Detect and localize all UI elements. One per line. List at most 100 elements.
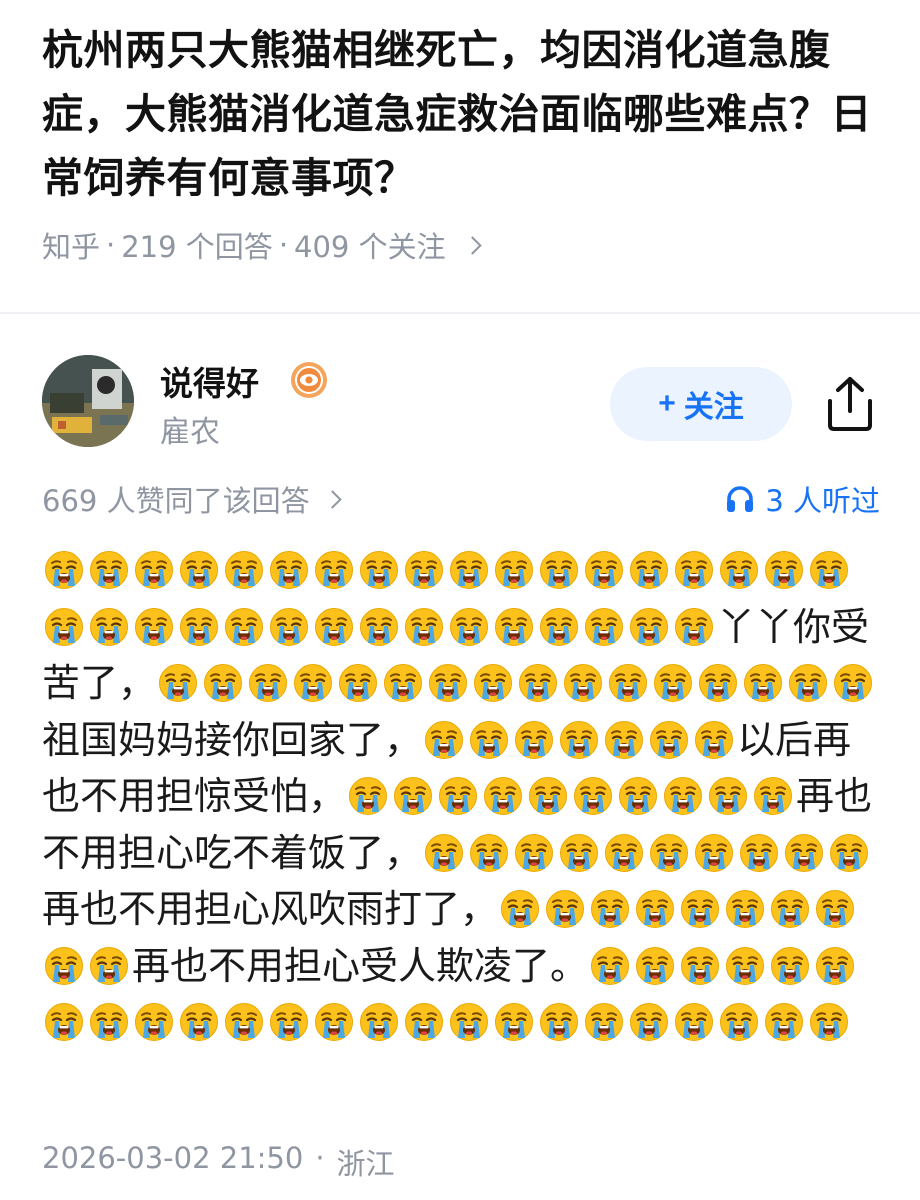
loudly-crying-face-icon <box>771 946 810 985</box>
loudly-crying-face-icon <box>695 720 734 759</box>
loudly-crying-face-icon <box>180 1003 218 1041</box>
loudly-crying-face-icon <box>765 551 803 589</box>
loudly-crying-face-icon <box>789 664 828 702</box>
loudly-crying-face-icon <box>785 833 824 872</box>
loudly-crying-face-icon <box>159 664 198 702</box>
loudly-crying-face-icon <box>470 720 509 759</box>
loudly-crying-face-icon <box>630 607 668 646</box>
loudly-crying-face-icon <box>45 946 83 985</box>
loudly-crying-face-icon <box>720 551 758 589</box>
loudly-crying-face-icon <box>816 946 855 985</box>
loudly-crying-face-icon <box>384 664 423 702</box>
loudly-crying-face-icon <box>816 890 855 928</box>
loudly-crying-face-icon <box>135 607 173 646</box>
loudly-crying-face-icon <box>650 833 689 872</box>
loudly-crying-face-icon <box>664 777 703 815</box>
loudly-crying-face-icon <box>270 607 308 646</box>
loudly-crying-face-icon <box>681 890 720 928</box>
loudly-crying-face-icon <box>429 664 468 702</box>
loudly-crying-face-icon <box>654 664 693 702</box>
loudly-crying-face-icon <box>740 833 779 872</box>
loudly-crying-face-icon <box>405 607 443 646</box>
loudly-crying-face-icon <box>450 1003 488 1041</box>
loudly-crying-face-icon <box>270 1003 308 1041</box>
loudly-crying-face-icon <box>675 607 713 646</box>
loudly-crying-face-icon <box>225 1003 263 1041</box>
loudly-crying-face-icon <box>90 551 128 589</box>
loudly-crying-face-icon <box>135 551 173 589</box>
answer-text-segment: 祖国妈妈接你回家了， <box>42 717 423 762</box>
loudly-crying-face-icon <box>519 664 558 702</box>
loudly-crying-face-icon <box>225 551 263 589</box>
loudly-crying-face-icon <box>636 890 675 928</box>
answer-footer: 2026-03-02 21:50 · 浙江 <box>42 1141 395 1183</box>
loudly-crying-face-icon <box>574 777 613 815</box>
loudly-crying-face-icon <box>315 551 353 589</box>
loudly-crying-face-icon <box>360 551 398 589</box>
loudly-crying-face-icon <box>585 551 623 589</box>
likes-link[interactable]: 669 人赞同了该回答 <box>42 478 342 520</box>
follow-button[interactable]: + 关注 <box>610 367 792 441</box>
loudly-crying-face-icon <box>450 551 488 589</box>
chevron-right-icon <box>322 489 342 509</box>
share-icon[interactable] <box>822 373 878 433</box>
loudly-crying-face-icon <box>726 890 765 928</box>
avatar[interactable] <box>42 355 134 447</box>
eye-badge-icon <box>291 362 327 398</box>
answer-count: 219 个回答 <box>121 230 273 264</box>
section-divider <box>0 312 920 314</box>
answer-stats: 669 人赞同了该回答 3 人听过 <box>42 478 880 522</box>
loudly-crying-face-icon <box>560 833 599 872</box>
loudly-crying-face-icon <box>339 664 378 702</box>
loudly-crying-face-icon <box>726 946 765 985</box>
loudly-crying-face-icon <box>470 833 509 872</box>
loudly-crying-face-icon <box>681 946 720 985</box>
loudly-crying-face-icon <box>605 720 644 759</box>
author-subtitle: 雇农 <box>160 415 220 450</box>
loudly-crying-face-icon <box>204 664 243 702</box>
loudly-crying-face-icon <box>540 551 578 589</box>
loudly-crying-face-icon <box>765 1003 803 1041</box>
loudly-crying-face-icon <box>45 607 83 646</box>
loudly-crying-face-icon <box>90 1003 128 1041</box>
loudly-crying-face-icon <box>45 1003 83 1041</box>
loudly-crying-face-icon <box>425 720 464 759</box>
loudly-crying-face-icon <box>709 777 748 815</box>
plus-icon: + <box>658 387 676 420</box>
meta-separator: · <box>278 228 289 262</box>
chevron-right-icon <box>462 235 482 255</box>
answer-location: 浙江 <box>336 1147 395 1181</box>
meta-separator: · <box>315 1141 325 1175</box>
question-title[interactable]: 杭州两只大熊猫相继死亡，均因消化道急腹症，大熊猫消化道急症救治面临哪些难点？日常… <box>42 18 882 210</box>
question-meta[interactable]: 知乎 · 219 个回答 · 409 个关注 <box>42 224 882 266</box>
loudly-crying-face-icon <box>501 890 540 928</box>
loudly-crying-face-icon <box>630 551 668 589</box>
author-name[interactable]: 说得好 <box>160 357 259 405</box>
loudly-crying-face-icon <box>720 1003 758 1041</box>
loudly-crying-face-icon <box>591 890 630 928</box>
loudly-crying-face-icon <box>474 664 513 702</box>
loudly-crying-face-icon <box>90 607 128 646</box>
loudly-crying-face-icon <box>249 664 288 702</box>
loudly-crying-face-icon <box>495 1003 533 1041</box>
loudly-crying-face-icon <box>90 946 128 985</box>
author-row: 说得好 雇农 + 关注 <box>42 355 882 451</box>
loudly-crying-face-icon <box>360 607 398 646</box>
loudly-crying-face-icon <box>270 551 308 589</box>
listen-button[interactable]: 3 人听过 <box>725 478 880 520</box>
loudly-crying-face-icon <box>609 664 648 702</box>
answer-text-segment: 再也不用担心风吹雨打了， <box>42 887 499 931</box>
loudly-crying-face-icon <box>45 551 83 589</box>
avatar-image <box>42 355 134 447</box>
follow-label: 关注 <box>683 391 744 424</box>
likes-count: 669 人赞同了该回答 <box>42 484 310 518</box>
loudly-crying-face-icon <box>830 833 869 872</box>
loudly-crying-face-icon <box>630 1003 668 1041</box>
loudly-crying-face-icon <box>585 607 623 646</box>
loudly-crying-face-icon <box>360 1003 398 1041</box>
loudly-crying-face-icon <box>405 1003 443 1041</box>
loudly-crying-face-icon <box>529 777 568 815</box>
loudly-crying-face-icon <box>699 664 738 702</box>
loudly-crying-face-icon <box>591 946 630 985</box>
follow-count: 409 个关注 <box>294 230 446 264</box>
